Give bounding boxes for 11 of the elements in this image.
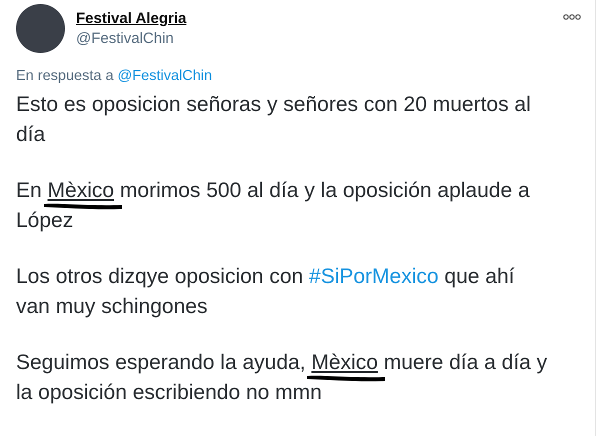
avatar-photo[interactable] <box>16 4 65 53</box>
tweet-text: En Mèxico morimos 500 al día y la oposición aplaude a López <box>16 178 531 234</box>
more-options-icon[interactable] <box>563 14 581 20</box>
author-name[interactable]: Festival Alegria <box>76 10 186 27</box>
tweet-text: Esto es oposicion señoras y señores con 20 muertos al día <box>16 92 532 148</box>
author-handle: @FestivalChin <box>76 30 175 47</box>
underlined-word[interactable]: Mèxico <box>311 351 378 374</box>
underlined-word[interactable]: Mèxico <box>48 179 114 202</box>
tweet-text: Seguimos esperando la ayuda, Mèxico muere día a día y la oposición escribiendo no mmn <box>16 350 548 406</box>
tweet-text: Los otros dizqye oposicion con #SiPorMexico que ahí van muy schingones <box>16 264 516 320</box>
reply-label: En respuesta a <box>16 68 114 84</box>
